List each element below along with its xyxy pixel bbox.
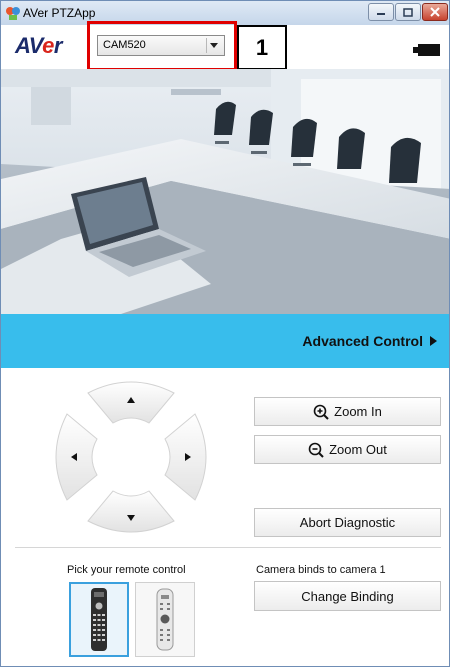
highlight-box — [87, 21, 237, 71]
remote-control-icon — [91, 588, 107, 651]
change-binding-label: Change Binding — [301, 588, 394, 604]
video-preview — [1, 69, 449, 314]
direction-pad — [55, 381, 207, 533]
close-button[interactable] — [422, 3, 448, 21]
zoom-out-button[interactable]: Zoom Out — [254, 435, 441, 464]
advanced-control-bar[interactable]: Advanced Control — [1, 314, 449, 368]
play-right-icon[interactable] — [430, 336, 437, 346]
zoom-out-label: Zoom Out — [329, 442, 387, 457]
remote-control-icon — [156, 588, 174, 651]
remote-option-2[interactable] — [135, 582, 195, 657]
advanced-control-label[interactable]: Advanced Control — [302, 333, 423, 349]
abort-diagnostic-button[interactable]: Abort Diagnostic — [254, 508, 441, 537]
app-header: AVer CAM520 1 — [1, 21, 449, 71]
conference-room-image — [1, 69, 449, 314]
pick-remote-label: Pick your remote control — [67, 564, 186, 576]
maximize-icon — [403, 7, 413, 17]
minimize-icon — [377, 13, 385, 15]
callout-label: 1 — [237, 25, 287, 70]
remote-option-1[interactable] — [69, 582, 129, 657]
window-title: AVer PTZApp — [23, 6, 96, 20]
pan-down-button[interactable] — [87, 490, 175, 533]
change-binding-button[interactable]: Change Binding — [254, 581, 441, 611]
zoom-in-icon — [313, 404, 329, 420]
aver-logo: AVer — [15, 33, 62, 58]
zoom-out-icon — [308, 442, 324, 458]
pan-up-button[interactable] — [87, 381, 175, 424]
maximize-button[interactable] — [395, 3, 421, 21]
pan-left-button[interactable] — [55, 413, 98, 501]
close-icon — [430, 7, 440, 17]
pan-right-button[interactable] — [164, 413, 207, 501]
app-window: AVer PTZApp AVer CAM520 1 Advanced Contr… — [0, 0, 450, 667]
camera-icon[interactable] — [413, 43, 441, 57]
zoom-in-label: Zoom In — [334, 404, 382, 419]
section-divider — [15, 547, 441, 548]
camera-bind-label: Camera binds to camera 1 — [256, 564, 386, 576]
minimize-button[interactable] — [368, 3, 394, 21]
app-icon — [6, 7, 20, 20]
zoom-in-button[interactable]: Zoom In — [254, 397, 441, 426]
abort-diagnostic-label: Abort Diagnostic — [299, 515, 396, 530]
